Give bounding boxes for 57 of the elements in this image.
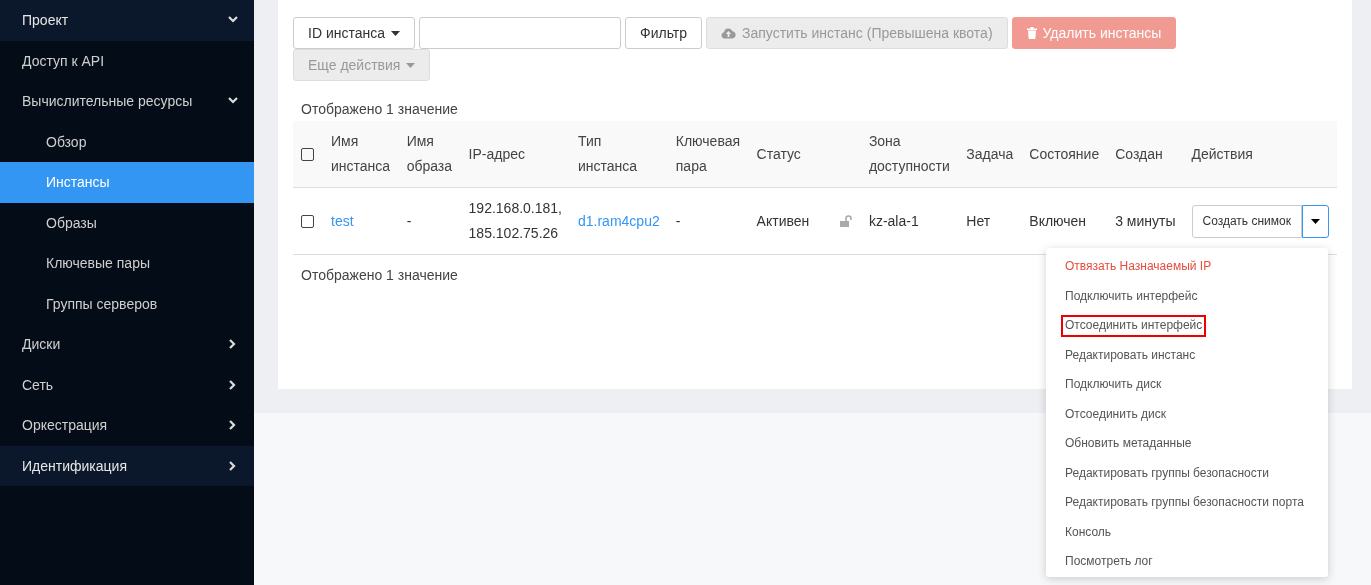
chevron-right-icon — [228, 379, 238, 390]
menu-item[interactable]: Подключить интерфейс — [1057, 281, 1325, 311]
sidebar-item[interactable]: Вычислительные ресурсы — [0, 81, 254, 122]
table-cell: - — [667, 187, 749, 255]
menu-item[interactable]: Подключить диск — [1057, 370, 1325, 400]
table-cell: - — [398, 187, 461, 255]
column-header: Ключевая пара — [667, 121, 749, 188]
column-header: Имя образа — [398, 121, 461, 188]
chevron-right-icon — [228, 460, 238, 471]
select-all-checkbox[interactable] — [301, 148, 314, 162]
column-header: Зона доступности — [860, 121, 959, 188]
sidebar-item[interactable]: Доступ к API — [0, 40, 254, 81]
menu-item[interactable]: Редактировать инстанс — [1057, 340, 1325, 370]
trash-icon — [1026, 27, 1037, 39]
menu-item[interactable]: Редактировать группы безопасности порта — [1057, 488, 1325, 518]
menu-item[interactable]: Отвязать Назначаемый IP — [1057, 252, 1325, 282]
actions-dropdown-toggle[interactable] — [1301, 204, 1329, 238]
column-header: Статус — [748, 121, 861, 188]
table-cell: Нет — [958, 187, 1022, 255]
sidebar-item[interactable]: Группы серверов — [0, 283, 254, 324]
sidebar-item[interactable]: Обзор — [0, 121, 254, 162]
column-header: Состояние — [1021, 121, 1108, 188]
sidebar-item[interactable]: Диски — [0, 324, 254, 365]
column-header: Действия — [1183, 121, 1337, 188]
menu-item[interactable]: Редактировать группы безопасности — [1057, 458, 1325, 488]
table-cell: kz-ala-1 — [860, 187, 959, 255]
column-header: Имя инстанса — [323, 121, 399, 188]
sidebar-item[interactable]: Сеть — [0, 364, 254, 405]
column-header: Тип инстанса — [570, 121, 668, 188]
caret-icon — [391, 30, 400, 36]
caret-icon — [406, 62, 416, 68]
sidebar-item[interactable]: Оркестрация — [0, 405, 254, 446]
filter-input[interactable] — [419, 17, 621, 49]
sidebar-item[interactable]: Идентификация — [0, 445, 254, 486]
column-header: Создан — [1107, 121, 1184, 188]
sidebar-item[interactable]: Проект — [0, 0, 254, 41]
summary-text: Отображено 1 значение — [300, 100, 459, 119]
chevron-right-icon — [228, 339, 238, 350]
sidebar-item[interactable]: Образы — [0, 202, 254, 243]
menu-item[interactable]: Посмотреть лог — [1057, 547, 1325, 577]
sidebar-item[interactable]: Ключевые пары — [0, 243, 254, 284]
filter-select[interactable]: ID инстанса — [293, 17, 415, 49]
column-header: Задача — [958, 121, 1022, 188]
table-cell: 192.168.0.181, 185.102.75.26 — [460, 187, 570, 255]
row-checkbox[interactable] — [301, 215, 314, 229]
column-header: IP-адрес — [460, 121, 570, 188]
status-text: Активен — [756, 211, 810, 231]
menu-item[interactable]: Обновить метаданные — [1057, 429, 1325, 459]
caret-icon — [1310, 218, 1320, 224]
chevron-right-icon — [228, 420, 238, 431]
filter-button[interactable]: Фильтр — [625, 17, 703, 49]
create-snapshot-button[interactable]: Создать снимок — [1191, 204, 1302, 238]
menu-item[interactable]: Консоль — [1057, 517, 1325, 547]
summary-text: Отображено 1 значение — [300, 266, 459, 285]
menu-item[interactable]: Отсоединить интерфейс — [1057, 311, 1211, 341]
cloud-upload-icon — [721, 27, 737, 39]
menu-item[interactable]: Отсоединить диск — [1057, 399, 1325, 429]
